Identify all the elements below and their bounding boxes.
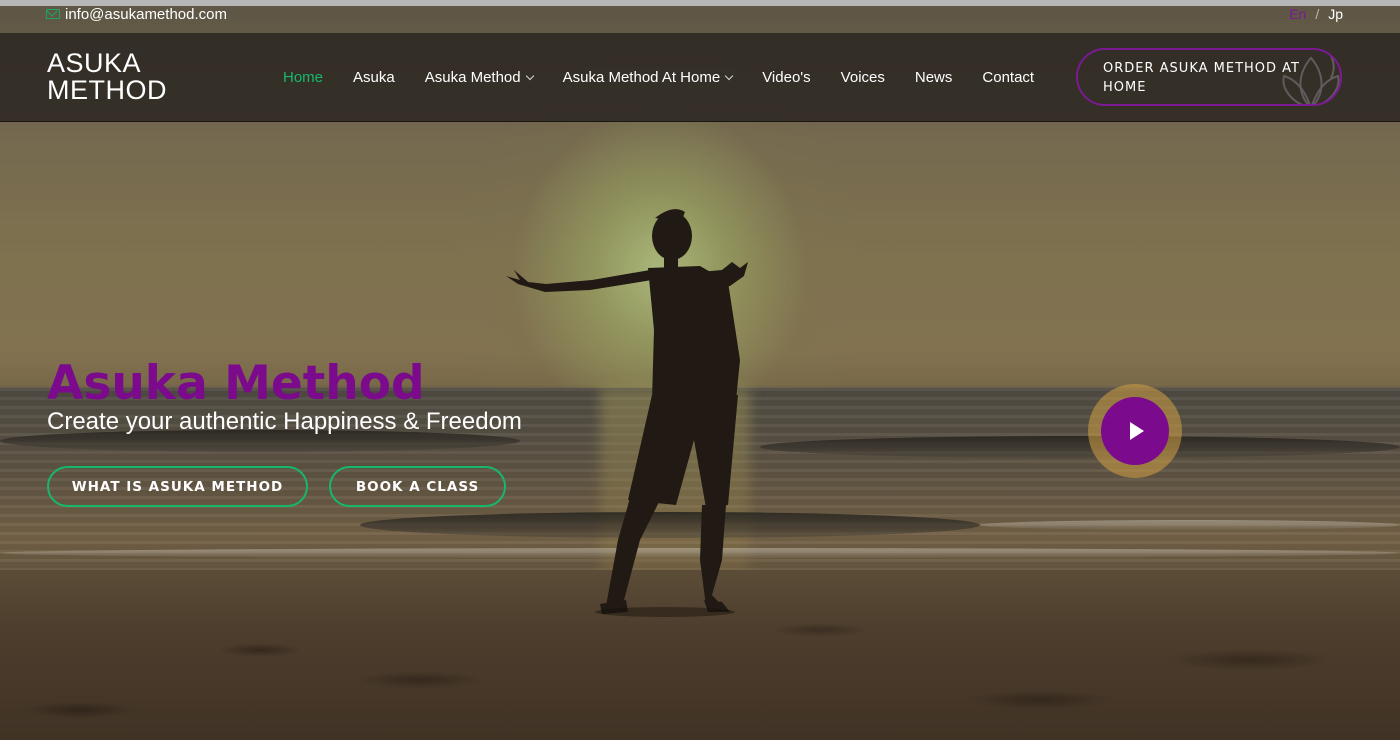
nav-item-home[interactable]: Home [268, 69, 338, 86]
nav-item-label: Video's [762, 69, 811, 86]
what-is-asuka-method-button[interactable]: WHAT IS ASUKA METHOD [47, 466, 308, 507]
nav-item-contact[interactable]: Contact [967, 69, 1049, 86]
play-video-button[interactable] [1088, 384, 1182, 478]
nav-item-news[interactable]: News [900, 69, 968, 86]
nav-item-label: Asuka [353, 69, 395, 86]
nav-item-label: Home [283, 69, 324, 86]
order-button-label: ORDER ASUKA METHOD AT HOME [1103, 61, 1300, 95]
main-navbar: ASUKA METHOD Home Asuka Asuka Method Asu… [0, 33, 1400, 122]
play-button-core [1101, 397, 1169, 465]
hero-title: Asuka Method [47, 356, 425, 411]
nav-item-asuka-method[interactable]: Asuka Method [410, 69, 548, 86]
nav-item-label: News [914, 69, 953, 86]
site-logo[interactable]: ASUKA METHOD [47, 50, 167, 104]
nav-item-label: Voices [840, 69, 885, 86]
logo-line-1: ASUKA [47, 48, 142, 78]
nav-item-label: Asuka Method [424, 69, 521, 86]
top-bar: info@asukamethod.com En / Jp [0, 0, 1400, 33]
chevron-down-icon [525, 71, 534, 80]
nav-item-label: Contact [982, 69, 1035, 86]
order-at-home-button[interactable]: ORDER ASUKA METHOD AT HOME [1076, 48, 1342, 106]
cta-label: WHAT IS ASUKA METHOD [71, 478, 284, 495]
language-switcher: En / Jp [1289, 6, 1343, 22]
play-icon [1130, 422, 1144, 440]
hero-subtitle: Create your authentic Happiness & Freedo… [47, 408, 522, 435]
lang-en[interactable]: En [1289, 6, 1306, 22]
cta-label: BOOK A CLASS [355, 478, 480, 495]
lang-jp[interactable]: Jp [1328, 6, 1343, 22]
nav-item-label: Asuka Method At Home [562, 69, 721, 86]
nav-item-asuka-method-at-home[interactable]: Asuka Method At Home [548, 69, 748, 86]
contact-email[interactable]: info@asukamethod.com [46, 5, 227, 23]
nav-item-videos[interactable]: Video's [747, 69, 825, 86]
book-a-class-button[interactable]: BOOK A CLASS [329, 466, 506, 507]
lotus-icon [1282, 50, 1340, 104]
nav-menu: Home Asuka Asuka Method Asuka Method At … [268, 33, 1049, 122]
mail-icon [46, 9, 60, 19]
nav-item-voices[interactable]: Voices [826, 69, 900, 86]
lang-separator: / [1315, 6, 1320, 22]
email-text: info@asukamethod.com [65, 5, 227, 23]
nav-item-asuka[interactable]: Asuka [338, 69, 410, 86]
chevron-down-icon [724, 71, 734, 80]
logo-line-2: METHOD [47, 75, 167, 105]
